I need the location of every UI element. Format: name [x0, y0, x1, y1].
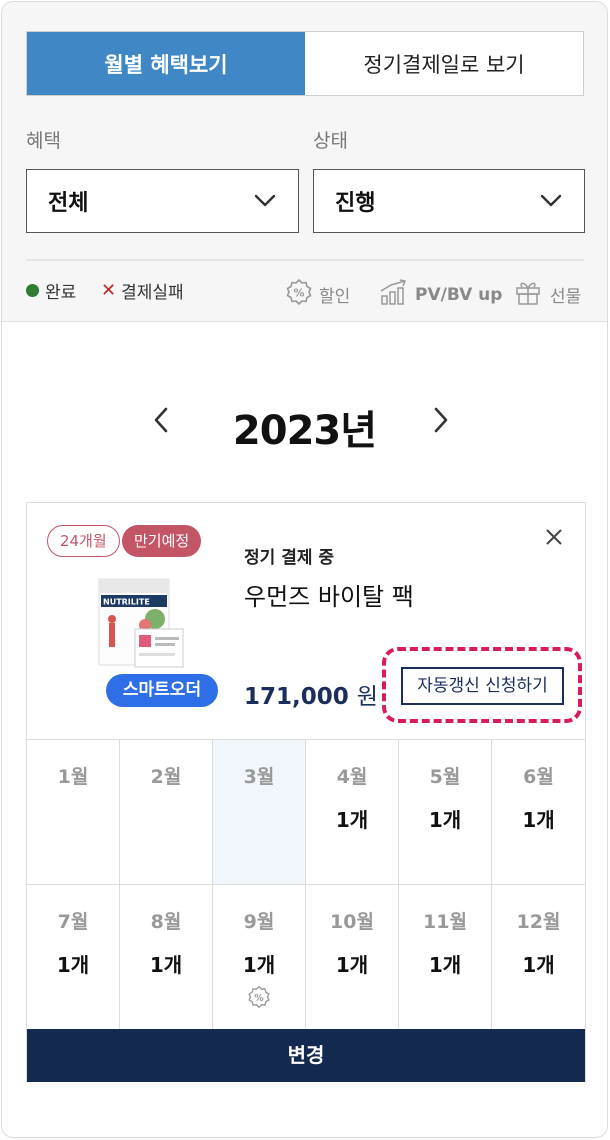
next-year-button[interactable]	[432, 406, 450, 438]
smart-order-badge: 스마트오더	[106, 674, 218, 707]
legend-failed-label: 결제실패	[121, 283, 184, 303]
month-cell[interactable]: 2월	[120, 740, 213, 885]
month-label: 9월	[243, 911, 275, 933]
month-label: 1월	[57, 766, 89, 788]
month-count: 1개	[149, 953, 183, 977]
done-dot-icon	[26, 284, 39, 297]
card-header: 24개월 만기예정 NUTRILITE 스마트오더 정기 결제 중 우먼즈 바이…	[27, 503, 585, 740]
month-count: 1개	[335, 808, 369, 832]
chevron-down-icon	[254, 194, 276, 208]
discount-badge-icon: %	[285, 278, 313, 311]
month-cell[interactable]: 1월	[27, 740, 120, 885]
close-button[interactable]	[544, 527, 564, 551]
expiry-tag: 만기예정	[122, 525, 202, 557]
status-select[interactable]: 진행	[313, 169, 585, 233]
failed-x-icon: ✕	[101, 280, 117, 301]
month-label: 8월	[150, 911, 182, 933]
product-brand-text: NUTRILITE	[103, 598, 150, 607]
month-count: 1개	[242, 953, 276, 977]
chevron-right-icon	[432, 407, 450, 438]
month-grid: 1월 2월 3월 4월 1개 5월 1개 6월 1개 7월 1개 8월 1개 9월 1개% 10월 1개 11월 1…	[27, 740, 585, 1029]
month-label: 12월	[516, 911, 561, 933]
subscription-card: 24개월 만기예정 NUTRILITE 스마트오더 정기 결제 중 우먼즈 바이…	[26, 502, 586, 1082]
month-count: 1개	[522, 953, 555, 977]
chevron-down-icon	[540, 194, 562, 208]
month-cell[interactable]: 3월	[213, 740, 306, 885]
month-label: 3월	[243, 766, 275, 788]
product-image: NUTRILITE	[95, 575, 187, 675]
year-label: 2023년	[232, 408, 377, 454]
price-unit: 원	[356, 684, 378, 710]
subscription-status: 정기 결제 중	[244, 548, 335, 568]
month-count: 1개	[428, 953, 462, 977]
legend-done-label: 완료	[45, 283, 77, 303]
filter-area: 월별 혜택보기 정기결제일로 보기 혜택 상태 전체 진행 완료 ✕ 결제실패	[2, 2, 607, 322]
price-value: 171,000	[244, 684, 349, 710]
legend-pvbv: PV/BV up	[379, 278, 502, 311]
benefit-filter-label: 혜택	[26, 130, 61, 152]
month-label: 10월	[330, 911, 374, 933]
close-icon	[544, 529, 564, 551]
month-cell[interactable]: 9월 1개%	[213, 885, 306, 1029]
svg-text:%: %	[254, 993, 264, 1004]
view-toggle: 월별 혜택보기 정기결제일로 보기	[26, 31, 584, 96]
month-cell[interactable]: 4월 1개	[306, 740, 399, 885]
legend-gift-label: 선물	[550, 287, 582, 307]
legend-failed: ✕ 결제실패	[101, 278, 184, 303]
month-cell[interactable]: 6월 1개	[492, 740, 585, 885]
gift-icon	[514, 278, 542, 311]
month-label: 7월	[57, 911, 89, 933]
month-count: 1개	[335, 953, 369, 977]
bar-chart-up-icon	[379, 278, 409, 311]
month-count: 1개	[428, 808, 462, 832]
chevron-left-icon	[152, 407, 170, 438]
month-cell[interactable]: 11월 1개	[399, 885, 492, 1029]
prev-year-button[interactable]	[152, 406, 170, 438]
subscription-panel: 월별 혜택보기 정기결제일로 보기 혜택 상태 전체 진행 완료 ✕ 결제실패	[1, 1, 608, 1138]
month-label: 6월	[523, 766, 554, 788]
month-cell[interactable]: 12월 1개	[492, 885, 585, 1029]
tab-payment-date[interactable]: 정기결제일로 보기	[305, 32, 583, 95]
month-cell[interactable]: 5월 1개	[399, 740, 492, 885]
auto-renew-button[interactable]: 자동갱신 신청하기	[401, 667, 564, 705]
month-cell[interactable]: 10월 1개	[306, 885, 399, 1029]
month-label: 11월	[423, 911, 467, 933]
legend-done: 완료	[26, 278, 76, 303]
legend-pvbv-label: PV/BV up	[415, 284, 503, 305]
year-navigator: 2023년	[2, 392, 607, 454]
price: 171,000 원	[244, 677, 378, 711]
legend-discount-label: 할인	[319, 287, 351, 307]
status-filter-label: 상태	[313, 130, 348, 152]
benefit-select[interactable]: 전체	[26, 169, 299, 233]
month-cell[interactable]: 7월 1개	[27, 885, 120, 1029]
month-cell[interactable]: 8월 1개	[120, 885, 213, 1029]
month-label: 2월	[150, 766, 182, 788]
legend-gift: 선물	[514, 278, 581, 311]
month-label: 5월	[429, 766, 461, 788]
month-count: 1개	[56, 953, 90, 977]
status-select-value: 진행	[335, 191, 376, 216]
tab-monthly-benefits[interactable]: 월별 혜택보기	[27, 32, 305, 95]
benefit-select-value: 전체	[48, 191, 89, 216]
change-button[interactable]: 변경	[27, 1029, 585, 1082]
legend-discount: % 할인	[285, 278, 350, 311]
month-count: 1개	[522, 808, 555, 832]
discount-badge-icon: %	[247, 985, 271, 1013]
svg-text:%: %	[293, 287, 304, 300]
month-label: 4월	[336, 766, 368, 788]
product-name: 우먼즈 바이탈 팩	[244, 583, 414, 611]
divider	[26, 259, 584, 261]
period-tag: 24개월	[47, 525, 120, 557]
